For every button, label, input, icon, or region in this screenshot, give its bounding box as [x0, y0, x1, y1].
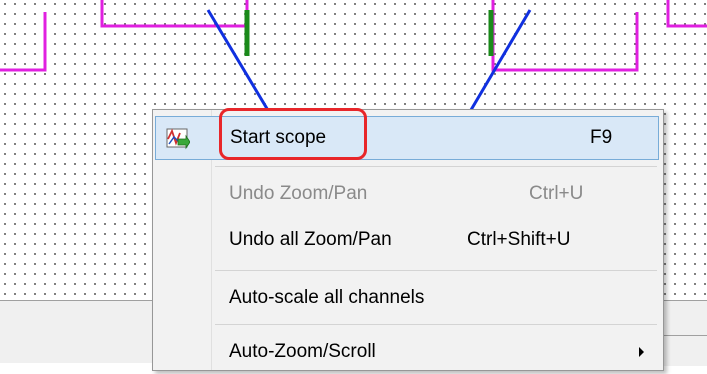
blue-trace-right	[466, 9, 532, 116]
submenu-arrow-icon	[639, 347, 644, 357]
menu-item-auto-zoom-scroll[interactable]: Auto-Zoom/Scroll	[155, 330, 659, 374]
menu-item-label: Undo all Zoom/Pan	[229, 229, 392, 250]
magenta-trace-4	[666, 0, 707, 28]
menu-item-label: Auto-scale all channels	[229, 287, 425, 308]
scope-start-icon	[166, 128, 190, 150]
menu-item-label: Auto-Zoom/Scroll	[229, 341, 376, 362]
magenta-trace-2	[100, 0, 249, 28]
menu-separator	[215, 166, 657, 167]
menu-item-label: Undo Zoom/Pan	[229, 183, 368, 204]
menu-item-shortcut: Ctrl+Shift+U	[467, 229, 571, 250]
menu-item-undo-all-zoom-pan[interactable]: Undo all Zoom/Pan Ctrl+Shift+U	[155, 218, 659, 262]
menu-item-undo-zoom-pan[interactable]: Undo Zoom/Pan Ctrl+U	[155, 172, 659, 216]
highlight-callout	[219, 108, 367, 160]
menu-item-shortcut: F9	[590, 127, 613, 148]
menu-item-auto-scale[interactable]: Auto-scale all channels	[155, 276, 659, 320]
menu-item-shortcut: Ctrl+U	[529, 183, 584, 204]
magenta-trace	[0, 12, 47, 72]
menu-separator	[215, 324, 657, 325]
menu-separator	[215, 270, 657, 271]
